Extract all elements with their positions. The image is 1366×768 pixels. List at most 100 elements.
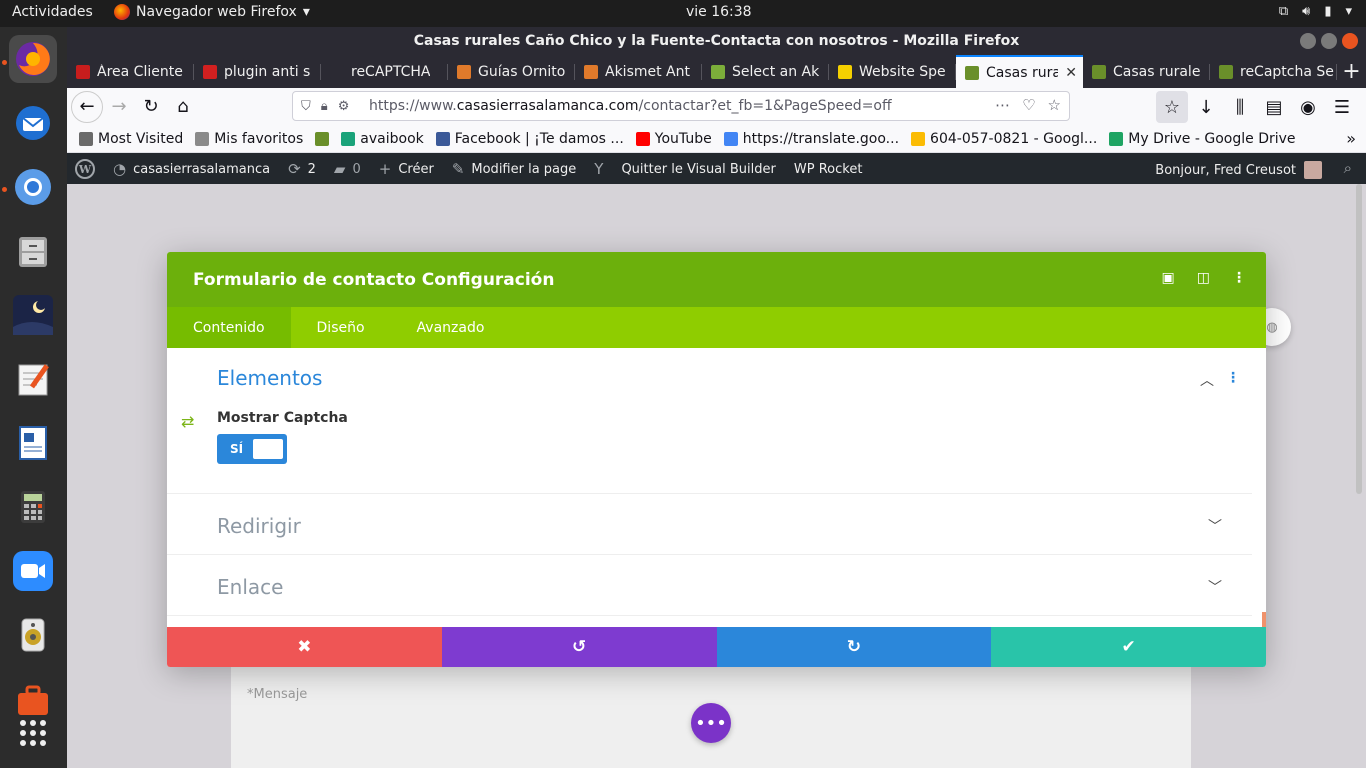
firefox-icon (114, 4, 130, 20)
browser-tab[interactable]: Akismet Ant (575, 55, 702, 88)
system-tray[interactable]: ⧉ 🔊︎ ▮ ▾ (1279, 4, 1352, 19)
chromium-launcher[interactable] (9, 163, 57, 211)
wp-create-label: Créer (398, 161, 434, 177)
rhythmbox-launcher[interactable] (9, 611, 57, 659)
browser-tab[interactable]: Casas rurale (1083, 55, 1210, 88)
activities-button[interactable]: Actividades (12, 4, 93, 20)
tab-contenido[interactable]: Contenido (167, 307, 291, 348)
library-button[interactable]: ⫼ (1224, 91, 1256, 123)
minimize-button[interactable] (1300, 33, 1316, 49)
discard-button[interactable]: ✖ (167, 627, 442, 667)
browser-tab[interactable]: Website Spe (829, 55, 956, 88)
expand-icon[interactable]: ▣ (1162, 270, 1175, 286)
bookmark-item[interactable]: Mis favoritos (195, 131, 303, 147)
wp-updates-link[interactable]: ⟳ 2 (288, 160, 316, 178)
reload-button[interactable]: ↻ (135, 91, 167, 123)
wp-logo-button[interactable]: W (75, 159, 95, 179)
redo-button[interactable]: ↻ (716, 627, 992, 667)
bookmark-star-icon[interactable]: ☆ (1048, 96, 1061, 114)
text-editor-launcher[interactable] (9, 355, 57, 403)
bookmark-favicon-icon (723, 131, 738, 146)
permissions-icon[interactable]: ⚙ (338, 99, 350, 114)
wp-rocket-link[interactable]: WP Rocket (794, 162, 863, 177)
back-button[interactable]: ← (71, 90, 103, 123)
kebab-menu-icon[interactable]: ⋮ (1232, 270, 1246, 286)
wp-edit-page-link[interactable]: ✎ Modifier la page (452, 160, 576, 178)
browser-tab[interactable]: Casas rura ✕ (956, 55, 1083, 88)
browser-tab[interactable]: plugin anti s (194, 55, 321, 88)
menu-button[interactable]: ☰ (1326, 91, 1358, 123)
library-icon: ⫼ (1235, 96, 1245, 118)
account-button[interactable]: ◉ (1292, 91, 1324, 123)
close-tab-icon[interactable]: ✕ (1065, 65, 1077, 81)
save-button[interactable]: ✔ (991, 627, 1266, 667)
close-window-button[interactable] (1342, 33, 1358, 49)
writer-launcher[interactable] (9, 419, 57, 467)
bookmark-item[interactable] (315, 131, 330, 146)
bookmark-item[interactable]: Facebook | ¡Te damos ... (435, 131, 624, 147)
forward-button[interactable]: → (103, 91, 135, 123)
bookmark-item[interactable]: https://translate.goo... (723, 131, 899, 147)
page-scrollbar[interactable] (1356, 184, 1362, 494)
firefox-launcher[interactable] (9, 35, 57, 83)
builder-options-button[interactable]: ••• (691, 703, 731, 743)
modal-header[interactable]: Formulario de contacto Configuración ▣ ◫… (167, 252, 1266, 307)
modal-scrollbar[interactable] (1262, 612, 1266, 628)
pocket-icon[interactable]: ♡ (1022, 96, 1035, 114)
split-view-icon[interactable]: ◫ (1197, 270, 1210, 286)
browser-tab[interactable]: reCaptcha Se (1210, 55, 1337, 88)
section-redirigir[interactable]: Redirigir ﹀ (167, 494, 1252, 555)
tab-avanzado[interactable]: Avanzado (391, 307, 511, 348)
app-menu[interactable]: Navegador web Firefox ▾ (114, 4, 310, 20)
stellarium-launcher[interactable] (9, 291, 57, 339)
bookmark-item[interactable]: YouTube (635, 131, 712, 147)
tab-diseno[interactable]: Diseño (291, 307, 391, 348)
clock[interactable]: vie 16:38 (686, 4, 752, 20)
home-button[interactable]: ⌂ (167, 91, 199, 123)
modal-tabs: Contenido Diseño Avanzado (167, 307, 1266, 348)
tab-label: Casas rura (986, 64, 1059, 81)
section-enlace[interactable]: Enlace ﹀ (167, 555, 1252, 616)
browser-tab[interactable]: reCAPTCHA (321, 55, 448, 88)
bookmark-item[interactable]: Most Visited (79, 131, 183, 147)
new-tab-button[interactable]: + (1337, 55, 1366, 88)
maximize-button[interactable] (1321, 33, 1337, 49)
url-bar[interactable]: ⛉ 🔒︎ ⚙ https://www. casasierrasalamanca.c… (292, 91, 1070, 121)
thunderbird-launcher[interactable] (9, 99, 57, 147)
yoast-link[interactable]: Y (594, 160, 603, 178)
wp-quit-visual-builder[interactable]: Quitter le Visual Builder (621, 162, 775, 177)
bookmark-item[interactable]: My Drive - Google Drive (1109, 131, 1296, 147)
sidebar-button[interactable]: ▤ (1258, 91, 1290, 123)
message-field-placeholder[interactable]: *Mensaje (247, 687, 307, 702)
undo-button[interactable]: ↺ (441, 627, 717, 667)
files-launcher[interactable] (9, 227, 57, 275)
browser-tab[interactable]: Guías Ornito (448, 55, 575, 88)
bookmark-item[interactable]: avaibook (341, 131, 424, 147)
calculator-launcher[interactable] (9, 483, 57, 531)
wp-account-menu[interactable]: Bonjour, Fred Creusot (1155, 161, 1322, 179)
zoom-launcher[interactable] (9, 547, 57, 595)
chevron-up-icon[interactable]: ︿ (1200, 370, 1214, 390)
more-actions-icon[interactable]: ⋯ (995, 96, 1010, 114)
wp-create-link[interactable]: + Créer (379, 160, 434, 178)
section-title-enlace: Enlace (217, 575, 284, 599)
shield-icon[interactable]: ⛉ (301, 99, 311, 114)
section-title-redirigir: Redirigir (217, 514, 301, 538)
kebab-menu-icon[interactable]: ⋮ (1226, 370, 1240, 386)
section-title-elementos[interactable]: Elementos (167, 366, 322, 390)
bookmark-item[interactable]: 604-057-0821 - Googl... (911, 131, 1097, 147)
lock-icon[interactable]: 🔒︎ (321, 99, 328, 114)
wp-site-link[interactable]: ◔ casasierrasalamanca (113, 160, 270, 178)
browser-tab[interactable]: Select an Ak (702, 55, 829, 88)
zoom-icon (13, 551, 53, 591)
chevron-right-icon[interactable]: » (1346, 129, 1356, 148)
bookmarks-toolbar-button[interactable]: ☆ (1156, 91, 1188, 123)
show-apps-button[interactable] (9, 711, 57, 755)
modal-footer: ✖ ↺ ↻ ✔ (167, 627, 1266, 667)
captcha-toggle[interactable]: SÍ (217, 434, 287, 464)
search-icon[interactable]: ⌕ (1344, 159, 1352, 177)
wp-comments-link[interactable]: ▰ 0 (334, 160, 361, 178)
downloads-button[interactable]: ↓ (1190, 91, 1222, 123)
window-titlebar[interactable]: Casas rurales Caño Chico y la Fuente-Con… (67, 27, 1366, 55)
browser-tab[interactable]: Área Cliente (67, 55, 194, 88)
